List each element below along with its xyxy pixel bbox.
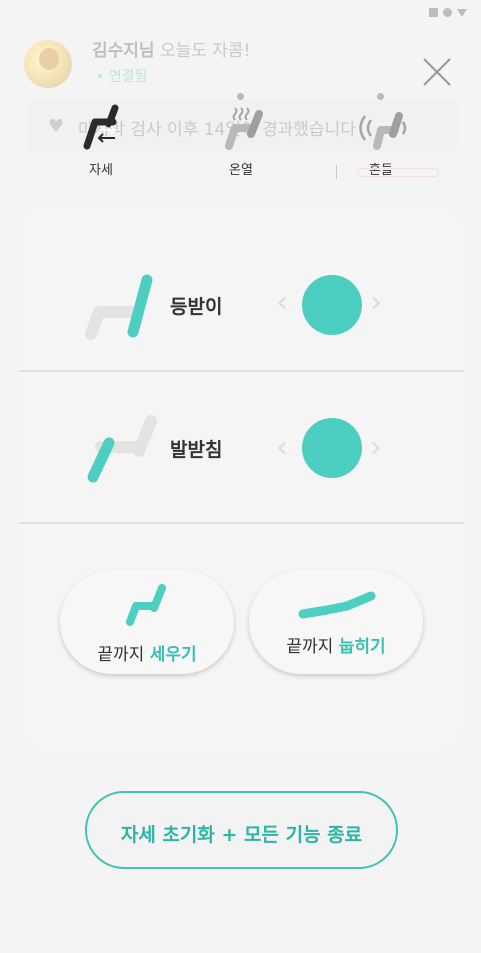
back-icon (457, 8, 467, 17)
footrest-label: 발받침 (170, 439, 223, 461)
tab-posture[interactable]: 자세 (66, 100, 136, 178)
upright-full-button[interactable]: 끝까지 세우기 (60, 570, 234, 674)
recline-prefix: 끝까지 (286, 637, 339, 657)
backrest-slider-knob[interactable] (302, 275, 362, 335)
vibration-seat-icon (359, 112, 407, 150)
recline-full-label: 끝까지 눕히기 (249, 632, 423, 657)
upright-seat-icon (126, 584, 166, 626)
tab-posture-label: 자세 (89, 163, 113, 178)
divider (19, 370, 465, 372)
posture-swap-icon (83, 104, 119, 150)
greeting-text: 오늘도 자콤! (154, 41, 251, 61)
backrest-chevron-left-icon[interactable]: ‹ (276, 288, 288, 318)
recline-highlight: 눕히기 (338, 637, 386, 657)
status-bar (429, 8, 467, 17)
recent-apps-icon (429, 8, 438, 17)
divider-mark (336, 165, 337, 179)
recline-seat-icon (298, 591, 376, 619)
reset-all-label: 자세 초기화 + 모든 기능 종료 (120, 824, 363, 846)
tab-vibration[interactable]: 흔들 (346, 93, 416, 178)
posture-control-panel: 등받이 ‹ › 발받침 ‹ › 끝까지 세우기 끝까지 눕히기 (19, 202, 465, 752)
backrest-row: 등받이 ‹ › (19, 262, 465, 362)
heart-icon: ♥ (48, 116, 65, 137)
greeting: 김수지님 오늘도 자콤! (92, 36, 250, 61)
footrest-slider-knob[interactable] (302, 418, 362, 478)
upright-prefix: 끝까지 (97, 645, 150, 665)
avatar (24, 40, 72, 88)
footrest-row: 발받침 ‹ › (19, 407, 465, 507)
upright-highlight: 세우기 (149, 645, 197, 665)
user-name: 김수지님 (92, 41, 155, 61)
home-icon (443, 8, 452, 17)
backrest-seat-icon (85, 274, 153, 340)
divider (19, 522, 465, 524)
reset-all-button[interactable]: 자세 초기화 + 모든 기능 종료 (85, 791, 398, 869)
footrest-seat-icon (87, 415, 157, 483)
indicator-dot (237, 93, 244, 100)
backrest-chevron-right-icon[interactable]: › (370, 288, 382, 318)
indicator-dot (377, 93, 384, 100)
tab-heat[interactable]: 온열 (206, 93, 276, 178)
heat-seat-icon (225, 107, 263, 150)
tab-heat-label: 온열 (229, 163, 253, 178)
upright-full-label: 끝까지 세우기 (60, 640, 234, 665)
progress-outline (357, 168, 439, 177)
footrest-chevron-left-icon[interactable]: ‹ (276, 433, 288, 463)
connection-status: • 연결됨 (96, 69, 148, 85)
recline-full-button[interactable]: 끝까지 눕히기 (249, 570, 423, 674)
close-icon[interactable] (420, 55, 454, 89)
footrest-chevron-right-icon[interactable]: › (370, 433, 382, 463)
backrest-label: 등받이 (170, 296, 223, 318)
